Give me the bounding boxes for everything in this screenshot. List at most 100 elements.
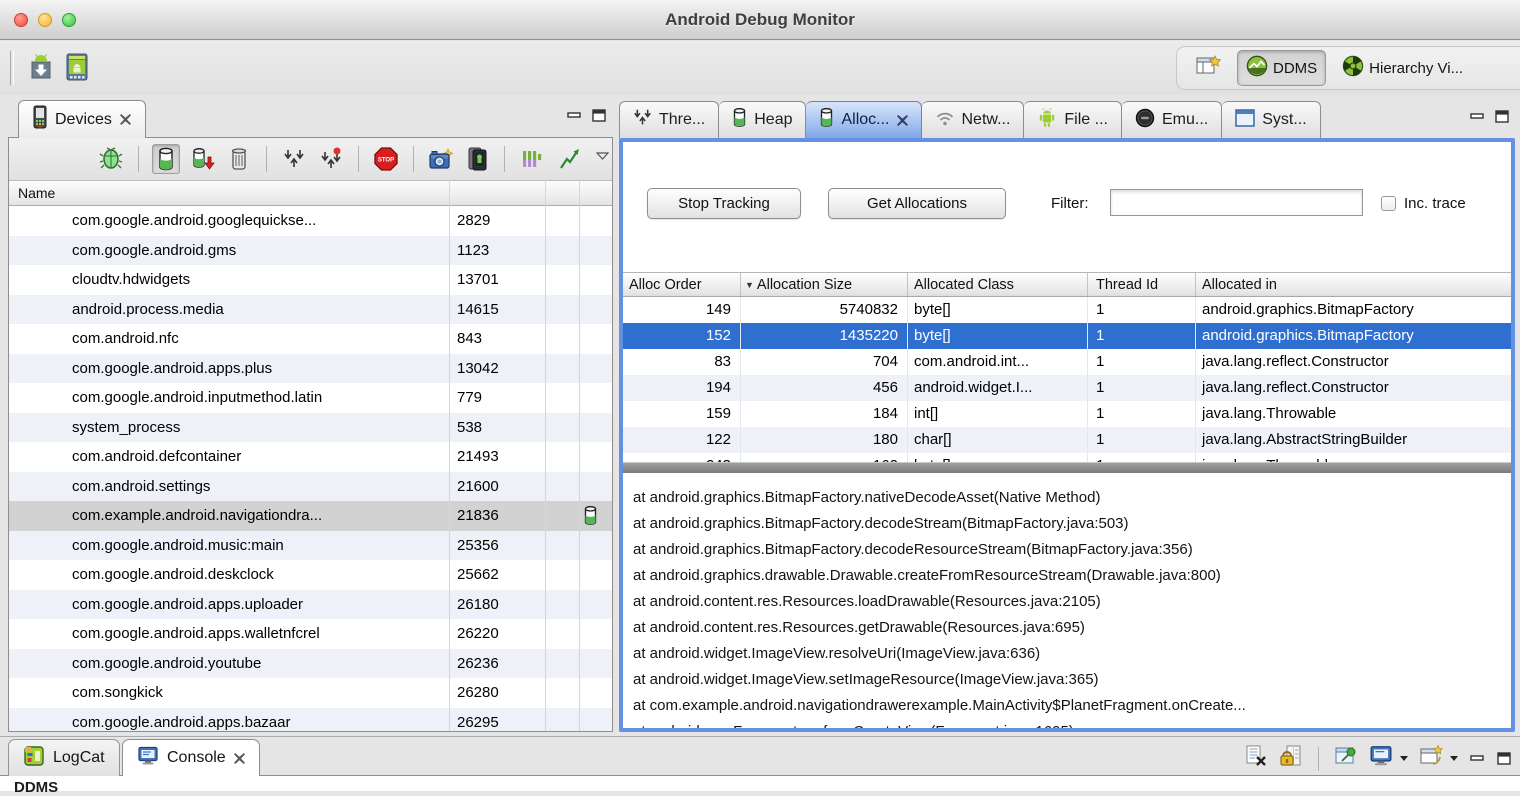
table-row[interactable]: 83 704 com.android.int... 1 java.lang.re… bbox=[623, 349, 1511, 375]
multi-screen-capture-icon[interactable] bbox=[464, 144, 492, 174]
process-pid: 26280 bbox=[457, 684, 499, 701]
table-row[interactable]: 152 1435220 byte[] 1 android.graphics.Bi… bbox=[623, 323, 1511, 349]
close-icon[interactable] bbox=[233, 752, 245, 764]
stop-process-icon[interactable]: STOP bbox=[372, 144, 400, 174]
stack-trace-view[interactable]: at android.graphics.BitmapFactory.native… bbox=[623, 473, 1511, 728]
table-row[interactable]: com.google.android.deskclock 25662 bbox=[9, 560, 612, 590]
tab-heap[interactable]: Heap bbox=[719, 101, 807, 138]
zoom-window-button[interactable] bbox=[62, 13, 76, 27]
ddms-perspective-icon bbox=[1246, 55, 1268, 81]
allocation-size-cell: 180 bbox=[741, 427, 908, 453]
tab-devices[interactable]: Devices bbox=[18, 100, 146, 138]
scroll-lock-icon[interactable] bbox=[1279, 744, 1303, 773]
table-row[interactable]: 194 456 android.widget.I... 1 java.lang.… bbox=[623, 375, 1511, 401]
process-name: com.google.android.apps.bazaar bbox=[72, 713, 291, 731]
display-console-icon[interactable] bbox=[1369, 745, 1393, 772]
table-row[interactable]: com.google.android.apps.bazaar 26295 bbox=[9, 707, 612, 731]
table-row[interactable]: system_process 538 bbox=[9, 412, 612, 442]
table-row[interactable]: com.google.android.googlequickse... 2829 bbox=[9, 206, 612, 236]
tab-emulator-control[interactable]: Emu... bbox=[1121, 101, 1223, 138]
tab-file-explorer[interactable]: File ... bbox=[1024, 101, 1122, 138]
window-title: Android Debug Monitor bbox=[665, 10, 855, 29]
column-divider bbox=[579, 180, 580, 731]
tab-logcat[interactable]: LogCat bbox=[8, 739, 120, 776]
chevron-down-icon[interactable] bbox=[1450, 756, 1458, 761]
method-profiling-icon[interactable] bbox=[317, 144, 345, 174]
open-console-icon[interactable] bbox=[1419, 744, 1444, 773]
allocated-in-cell: java.lang.Throwable bbox=[1202, 405, 1337, 422]
stop-tracking-button[interactable]: Stop Tracking bbox=[647, 188, 801, 219]
debug-process-icon[interactable] bbox=[97, 144, 125, 174]
tab-console[interactable]: Console bbox=[122, 739, 260, 776]
minimize-window-button[interactable] bbox=[38, 13, 52, 27]
table-row[interactable]: com.songkick 26280 bbox=[9, 678, 612, 708]
perspective-ddms-button[interactable]: DDMS bbox=[1237, 50, 1327, 86]
sdk-manager-icon[interactable] bbox=[26, 52, 56, 87]
table-row[interactable]: com.android.nfc 843 bbox=[9, 324, 612, 354]
table-row[interactable]: 122 180 char[] 1 java.lang.AbstractStrin… bbox=[623, 427, 1511, 453]
process-name: com.android.defcontainer bbox=[72, 448, 242, 465]
inc-trace-checkbox[interactable] bbox=[1381, 196, 1396, 211]
table-row[interactable]: com.google.android.music:main 25356 bbox=[9, 530, 612, 560]
open-perspective-button[interactable] bbox=[1187, 50, 1229, 86]
table-row[interactable]: com.google.android.apps.uploader 26180 bbox=[9, 589, 612, 619]
dump-hprof-icon[interactable] bbox=[189, 144, 217, 174]
table-row[interactable]: com.google.android.gms 1123 bbox=[9, 235, 612, 265]
allocation-size-cell: 162 bbox=[741, 453, 908, 462]
toolbar-drag-handle[interactable] bbox=[10, 51, 14, 85]
update-heap-icon[interactable] bbox=[151, 144, 180, 174]
minimize-icon[interactable] bbox=[1469, 752, 1485, 766]
close-window-button[interactable] bbox=[14, 13, 28, 27]
table-row[interactable]: com.example.android.navigationdra... 218… bbox=[9, 501, 612, 531]
table-row[interactable]: 243 162 byte[] 1 java.lang.Throwable bbox=[623, 453, 1511, 462]
process-name: com.google.android.apps.plus bbox=[72, 359, 273, 377]
allocated-class-cell: byte[] bbox=[908, 297, 1088, 323]
screen-capture-icon[interactable] bbox=[427, 144, 455, 174]
thread-id-cell: 1 bbox=[1088, 297, 1196, 323]
system-info-icon[interactable] bbox=[518, 144, 546, 174]
perspective-hierarchy-button[interactable]: Hierarchy Vi... bbox=[1334, 51, 1471, 85]
column-header-allocation-size[interactable]: ▼ Allocation Size bbox=[741, 273, 908, 296]
console-icon bbox=[137, 746, 159, 771]
network-stats-icon[interactable] bbox=[555, 144, 583, 174]
minimize-icon[interactable] bbox=[566, 108, 582, 122]
tab-system-information[interactable]: Syst... bbox=[1222, 101, 1321, 138]
table-row[interactable]: 149 5740832 byte[] 1 android.graphics.Bi… bbox=[623, 297, 1511, 323]
update-threads-icon[interactable] bbox=[280, 144, 308, 174]
get-allocations-button[interactable]: Get Allocations bbox=[828, 188, 1006, 219]
column-header-allocated-in[interactable]: Allocated in bbox=[1196, 273, 1511, 296]
cause-gc-icon[interactable] bbox=[226, 144, 254, 174]
tab-threads[interactable]: Thre... bbox=[619, 101, 720, 138]
column-header-allocated-class[interactable]: Allocated Class bbox=[908, 273, 1088, 296]
view-menu-icon[interactable] bbox=[592, 141, 612, 171]
close-icon[interactable] bbox=[896, 114, 908, 126]
close-icon[interactable] bbox=[119, 114, 131, 125]
table-row[interactable]: com.android.defcontainer 21493 bbox=[9, 442, 612, 472]
maximize-icon[interactable] bbox=[591, 108, 607, 122]
minimize-icon[interactable] bbox=[1469, 109, 1485, 123]
pin-console-icon[interactable] bbox=[1334, 744, 1358, 773]
tab-allocation-tracker[interactable]: Alloc... bbox=[806, 101, 922, 138]
table-row[interactable]: com.google.android.inputmethod.latin 779 bbox=[9, 383, 612, 413]
table-row[interactable]: cloudtv.hdwidgets 13701 bbox=[9, 265, 612, 295]
clear-console-icon[interactable] bbox=[1244, 744, 1268, 773]
tab-network[interactable]: Netw... bbox=[921, 101, 1025, 138]
splitter-handle[interactable] bbox=[623, 462, 1511, 473]
table-row[interactable]: 159 184 int[] 1 java.lang.Throwable bbox=[623, 401, 1511, 427]
maximize-icon[interactable] bbox=[1494, 109, 1510, 123]
chevron-down-icon[interactable] bbox=[1400, 756, 1408, 761]
column-header-thread-id[interactable]: Thread Id bbox=[1088, 273, 1196, 296]
avd-manager-icon[interactable] bbox=[64, 52, 90, 87]
stack-trace-line: at android.graphics.drawable.Drawable.cr… bbox=[633, 567, 1221, 584]
table-row[interactable]: com.android.settings 21600 bbox=[9, 471, 612, 501]
table-row[interactable]: com.google.android.apps.walletnfcrel 262… bbox=[9, 619, 612, 649]
table-row[interactable]: android.process.media 14615 bbox=[9, 294, 612, 324]
table-row[interactable]: com.google.android.youtube 26236 bbox=[9, 648, 612, 678]
console-output[interactable]: DDMS bbox=[0, 775, 1520, 796]
column-header-alloc-order[interactable]: Alloc Order bbox=[623, 273, 741, 296]
main-toolbar: DDMS Hierarchy Vi... bbox=[0, 41, 1520, 95]
table-row[interactable]: com.google.android.apps.plus 13042 bbox=[9, 353, 612, 383]
devices-name-header[interactable]: Name bbox=[9, 180, 612, 206]
maximize-icon[interactable] bbox=[1496, 752, 1512, 766]
filter-input[interactable] bbox=[1110, 189, 1363, 216]
